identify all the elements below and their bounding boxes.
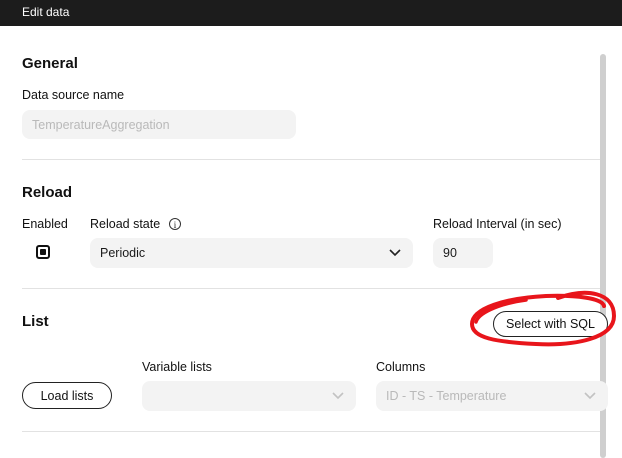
checkbox-check-mark xyxy=(40,249,46,255)
section-heading-reload: Reload xyxy=(22,184,73,201)
reload-state-select[interactable]: Periodic xyxy=(90,238,413,268)
window-title: Edit data xyxy=(22,5,70,19)
chevron-down-icon xyxy=(332,392,344,400)
chevron-down-icon xyxy=(584,392,596,400)
section-divider xyxy=(22,159,600,160)
section-divider xyxy=(22,431,600,432)
section-heading-general: General xyxy=(22,55,78,72)
variable-lists-select xyxy=(142,381,356,411)
reload-state-value: Periodic xyxy=(100,246,146,260)
data-source-name-value: TemperatureAggregation xyxy=(32,117,170,132)
info-icon[interactable]: i xyxy=(169,218,181,230)
window-titlebar: Edit data xyxy=(0,0,622,26)
reload-interval-label: Reload Interval (in sec) xyxy=(433,217,562,231)
reload-interval-value: 90 xyxy=(443,246,457,260)
columns-value: ID - TS - Temperature xyxy=(386,389,507,403)
chevron-down-icon xyxy=(389,249,401,257)
columns-label: Columns xyxy=(376,360,426,374)
data-source-name-label: Data source name xyxy=(22,88,125,102)
columns-select: ID - TS - Temperature xyxy=(376,381,608,411)
reload-interval-input[interactable]: 90 xyxy=(433,238,493,268)
red-circle-annotation xyxy=(469,290,617,347)
reload-state-label: Reload state xyxy=(90,217,161,231)
data-source-name-input: TemperatureAggregation xyxy=(22,110,296,139)
load-lists-button[interactable]: Load lists xyxy=(22,382,112,409)
enabled-checkbox[interactable] xyxy=(36,245,50,259)
variable-lists-label: Variable lists xyxy=(142,360,212,374)
section-heading-list: List xyxy=(22,313,49,330)
enabled-label: Enabled xyxy=(22,217,68,231)
